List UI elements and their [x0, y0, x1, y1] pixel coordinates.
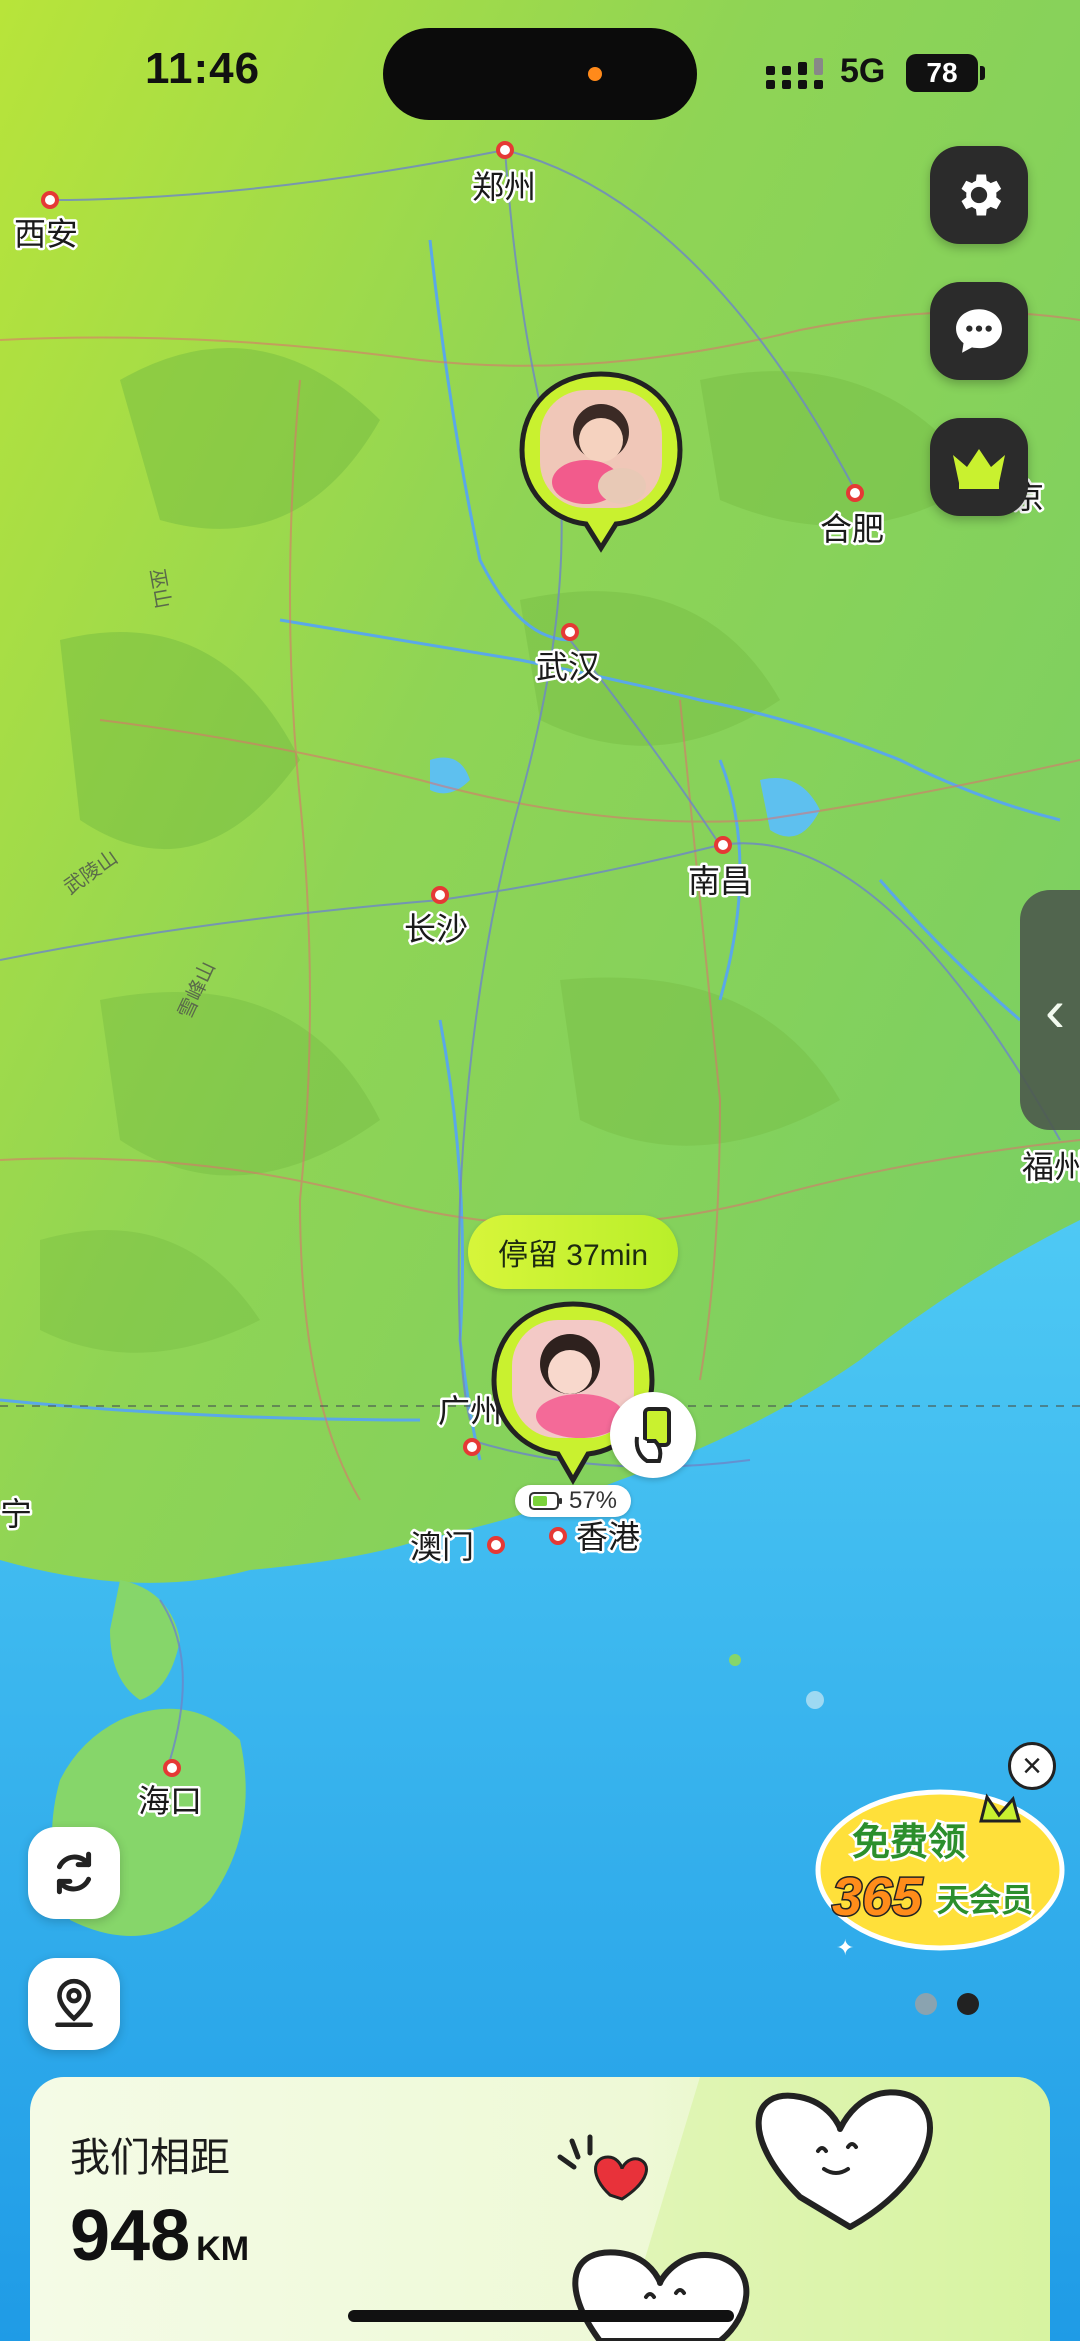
- city-label-wuhan: 武汉: [536, 649, 600, 685]
- page-dot-1[interactable]: [915, 1993, 937, 2015]
- side-panel-toggle[interactable]: ‹: [1020, 890, 1080, 1130]
- location-pin-icon: [55, 1978, 93, 2028]
- city-label-fuzhou: 福州: [1022, 1149, 1080, 1185]
- dynamic-island: [383, 28, 697, 120]
- status-time: 11:46: [145, 44, 261, 93]
- partner-battery-text: 57%: [568, 1487, 618, 1514]
- page-dot-2[interactable]: [957, 1993, 979, 2015]
- distance-value: 948 KM: [70, 2195, 249, 2277]
- stay-duration-badge: 停留 37min: [468, 1215, 678, 1289]
- partner-b-location-pin[interactable]: [518, 370, 684, 554]
- city-label-ning: 宁: [0, 1496, 32, 1532]
- chat-icon: [956, 309, 1002, 353]
- refresh-button[interactable]: [28, 1827, 120, 1919]
- settings-button[interactable]: [930, 146, 1028, 244]
- battery-icon: [528, 1492, 562, 1510]
- status-bar: 11:46 5G 78: [0, 0, 1080, 140]
- phone-activity-badge: [610, 1392, 696, 1478]
- recording-indicator: [588, 67, 602, 81]
- distance-label: 我们相距: [70, 2136, 230, 2180]
- chat-button[interactable]: [930, 282, 1028, 380]
- distance-number: 948: [70, 2196, 191, 2276]
- battery-tip: [980, 66, 985, 80]
- distance-unit: KM: [196, 2230, 250, 2268]
- city-label-changsha: 长沙: [404, 911, 468, 947]
- city-label-nanchang: 南昌: [688, 863, 752, 899]
- city-label-hefei: 合肥: [820, 511, 884, 547]
- promo-page-indicator: [915, 1993, 979, 2015]
- promo-text-365: 365: [832, 1867, 923, 1927]
- home-indicator: [348, 2310, 734, 2322]
- city-label-xian: 西安: [14, 216, 78, 252]
- city-label-haikou: 海口: [138, 1783, 202, 1819]
- city-label-macau: 澳门: [410, 1529, 474, 1565]
- crown-icon: [953, 449, 1005, 489]
- promo-text-free: 免费领: [852, 1822, 966, 1864]
- distance-card[interactable]: 我们相距 948 KM: [30, 2077, 1050, 2341]
- partner-battery-chip: 57%: [515, 1485, 631, 1517]
- sparkle-icon: ✦: [836, 1935, 854, 1960]
- chevron-left-icon: ‹: [1045, 976, 1065, 1044]
- battery-indicator: 78: [906, 54, 978, 92]
- locate-button[interactable]: [28, 1958, 120, 2050]
- promo-text-vip: 天会员: [937, 1882, 1033, 1918]
- city-label-hongkong: 香港: [576, 1519, 640, 1555]
- gear-icon: [961, 174, 1002, 216]
- refresh-icon: [56, 1851, 92, 1895]
- network-type: 5G: [840, 52, 886, 90]
- phone-in-hand-icon: [634, 1407, 671, 1463]
- vip-button[interactable]: [930, 418, 1028, 516]
- signal-icon: [766, 58, 823, 89]
- small-heart-icon: [594, 2155, 648, 2201]
- map-canvas[interactable]: 郑州 西安 合肥 武汉 南昌 长沙 福州 广州 澳门 香港 海口 京 宁 武陵山…: [0, 0, 1080, 2341]
- city-label-zhengzhou: 郑州: [472, 169, 536, 205]
- hearts-illustration: [557, 2077, 1050, 2341]
- promo-free-vip-banner[interactable]: 免费领 365 天会员 ✦: [812, 1775, 1067, 1960]
